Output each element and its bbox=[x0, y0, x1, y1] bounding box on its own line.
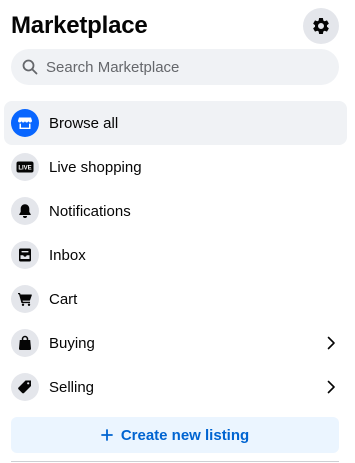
sidebar-item-label: Cart bbox=[49, 290, 78, 308]
sidebar-item-cart[interactable]: Cart bbox=[4, 277, 347, 321]
sidebar-nav: Browse all LIVE Live shopping Notificati… bbox=[4, 101, 347, 409]
chevron-right-icon bbox=[324, 336, 338, 350]
sidebar-item-label: Inbox bbox=[49, 246, 86, 264]
cart-icon bbox=[11, 285, 39, 313]
sidebar-item-selling[interactable]: Selling bbox=[4, 365, 347, 409]
sidebar-item-label: Notifications bbox=[49, 202, 131, 220]
price-tag-icon bbox=[11, 373, 39, 401]
sidebar-item-live-shopping[interactable]: LIVE Live shopping bbox=[4, 145, 347, 189]
live-icon: LIVE bbox=[11, 153, 39, 181]
search-bar[interactable] bbox=[11, 48, 339, 86]
create-new-listing-button[interactable]: Create new listing bbox=[11, 417, 339, 453]
sidebar-item-notifications[interactable]: Notifications bbox=[4, 189, 347, 233]
inbox-icon bbox=[11, 241, 39, 269]
sidebar-item-buying[interactable]: Buying bbox=[4, 321, 347, 365]
create-listing-label: Create new listing bbox=[120, 426, 250, 444]
plus-icon bbox=[100, 429, 113, 441]
sidebar-item-label: Selling bbox=[49, 378, 95, 396]
sidebar-item-label: Live shopping bbox=[49, 158, 142, 176]
sidebar-item-label: Buying bbox=[49, 334, 95, 352]
page-title: Marketplace bbox=[11, 12, 148, 39]
divider bbox=[11, 461, 339, 462]
sidebar-item-browse-all[interactable]: Browse all bbox=[4, 101, 347, 145]
storefront-icon bbox=[11, 109, 39, 137]
header: Marketplace bbox=[11, 8, 339, 44]
search-input[interactable] bbox=[44, 48, 328, 86]
live-badge-text: LIVE bbox=[18, 165, 31, 171]
sidebar-item-inbox[interactable]: Inbox bbox=[4, 233, 347, 277]
settings-button[interactable] bbox=[303, 8, 339, 44]
shopping-bag-icon bbox=[11, 329, 39, 357]
search-icon bbox=[22, 59, 38, 75]
gear-icon bbox=[313, 17, 329, 34]
bell-icon bbox=[11, 197, 39, 225]
chevron-right-icon bbox=[324, 380, 338, 394]
sidebar-item-label: Browse all bbox=[49, 114, 119, 132]
